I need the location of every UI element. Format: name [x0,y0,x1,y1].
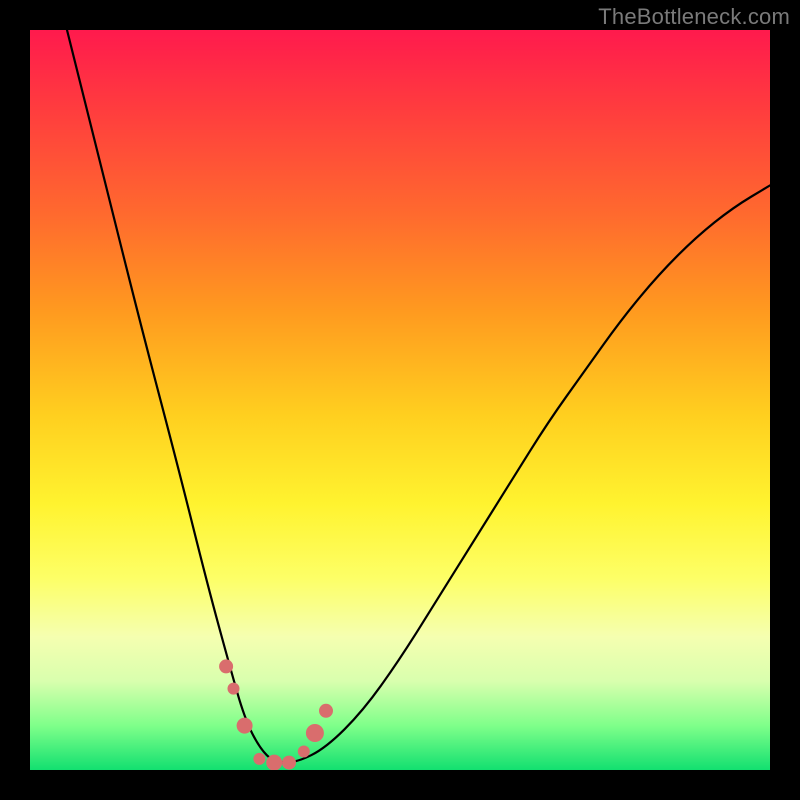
marker-dot [266,755,282,770]
marker-dot [228,683,240,695]
watermark-text: TheBottleneck.com [598,4,790,30]
marker-dot [298,746,310,758]
bottleneck-curve-path [67,30,770,763]
marker-dot [306,724,324,742]
plot-area [30,30,770,770]
marker-dot [253,753,265,765]
chart-frame: TheBottleneck.com [0,0,800,800]
marker-dot [282,756,296,770]
marker-dot [237,718,253,734]
chart-svg [30,30,770,770]
marker-dot [219,659,233,673]
marker-dot [319,704,333,718]
